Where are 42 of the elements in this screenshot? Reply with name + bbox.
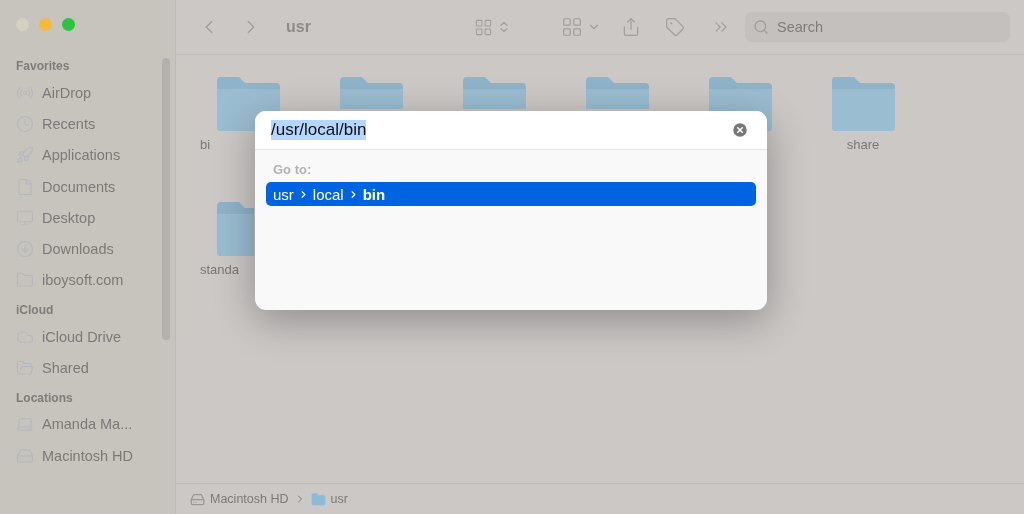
sidebar-section-title: Favorites [16, 59, 71, 73]
folder-icon [216, 202, 254, 256]
sidebar-section-title: Locations [16, 390, 74, 405]
folder-icon [585, 77, 649, 109]
path-item[interactable]: usr [330, 492, 348, 506]
path-segment-label: bin [362, 185, 386, 203]
sidebar-item[interactable]: iCloud Drive [16, 321, 175, 353]
sidebar-item[interactable]: Recents [16, 108, 175, 140]
go-to-heading: Go to: [273, 162, 313, 177]
sidebar-item[interactable]: AirDrop [16, 77, 175, 109]
path-item[interactable]: Macintosh HD [210, 492, 289, 506]
folder-icon [339, 77, 403, 109]
path-segment-label: usr [273, 185, 294, 203]
path-input-value: /usr/local/bin [271, 120, 367, 140]
sidebar-item[interactable]: Applications [16, 139, 175, 171]
search-field[interactable]: Search [745, 12, 1010, 42]
sidebar-item[interactable]: Desktop [16, 202, 175, 234]
sidebar-item[interactable]: Documents [16, 170, 175, 203]
share-icon[interactable] [621, 17, 641, 37]
folder-label: share [846, 137, 880, 152]
group-icon[interactable] [561, 16, 583, 38]
window-title: usr [286, 18, 311, 36]
path-segment-label: local [312, 185, 344, 203]
sidebar-section-title: iCloud [16, 303, 55, 318]
folder-icon [462, 77, 526, 109]
minimize-button[interactable] [39, 18, 52, 31]
path-suggestion[interactable]: usr local bin [266, 182, 756, 206]
folder-label: bi [200, 137, 211, 152]
grid-view-icon[interactable] [474, 17, 493, 37]
folder-label: standa [200, 262, 240, 277]
search-icon [753, 19, 769, 35]
sidebar-item[interactable]: Amanda Ma... [16, 408, 175, 440]
clear-button[interactable] [731, 121, 749, 139]
sidebar-item[interactable]: iboysoft.com [16, 264, 175, 297]
sidebar-item[interactable]: Downloads [16, 233, 175, 265]
zoom-button[interactable] [62, 18, 75, 31]
folder-icon [310, 491, 326, 507]
sidebar-item[interactable]: Macintosh HD [16, 439, 175, 472]
folder-icon [831, 77, 895, 131]
sidebar-item[interactable]: Shared [16, 352, 175, 384]
tag-icon[interactable] [665, 17, 685, 37]
search-input[interactable]: Search [775, 18, 979, 36]
